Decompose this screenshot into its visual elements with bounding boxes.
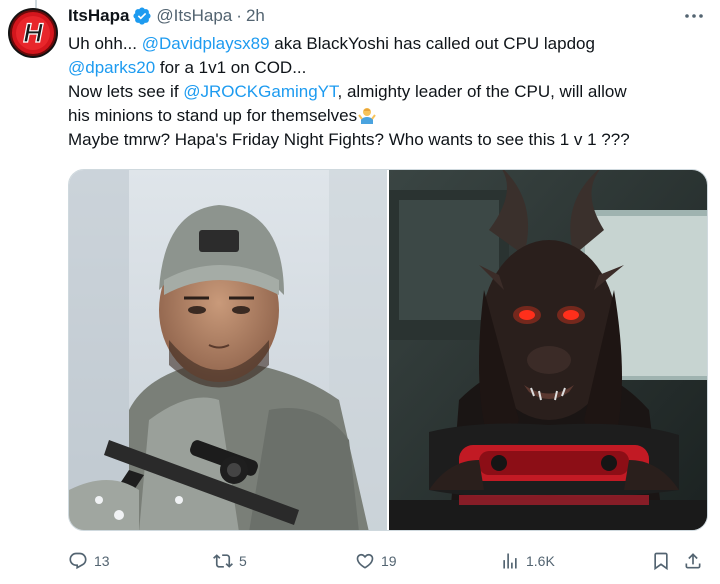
bookmark-button[interactable] — [651, 551, 671, 571]
like-button[interactable]: 19 — [355, 551, 397, 571]
reply-icon — [69, 552, 87, 570]
tweet-line-2: @dparks20 for a 1v1 on COD... — [68, 56, 708, 80]
text-segment: Uh ohh... — [68, 34, 142, 53]
tweet-text: Uh ohh... @Davidplaysx89 aka BlackYoshi … — [68, 32, 708, 152]
mention-link[interactable]: @Davidplaysx89 — [142, 34, 270, 53]
separator-dot: · — [236, 6, 242, 25]
tweet-line-4: his minions to stand up for themselves — [68, 104, 708, 128]
display-name[interactable]: ItsHapa — [68, 6, 129, 26]
reply-count: 13 — [94, 553, 110, 569]
person-shrugging-emoji — [358, 106, 376, 124]
thread-connector-line — [35, 0, 37, 8]
more-horizontal-icon[interactable] — [682, 4, 706, 28]
avatar-letter: H — [23, 18, 43, 48]
repost-button[interactable]: 5 — [213, 551, 247, 571]
avatar-logo: H — [10, 10, 56, 56]
text-segment: his minions to stand up for themselves — [68, 106, 358, 125]
reply-button[interactable]: 13 — [68, 551, 110, 571]
text-segment: Maybe tmrw? Hapa's Friday Night Fights? … — [68, 130, 630, 149]
text-segment: Now lets see if — [68, 82, 184, 101]
bookmark-icon — [654, 552, 668, 571]
share-icon — [685, 553, 701, 569]
tweet-line-1: Uh ohh... @Davidplaysx89 aka BlackYoshi … — [68, 32, 708, 56]
soldier-photo[interactable] — [69, 170, 387, 530]
tweet-line-3: Now lets see if @JROCKGamingYT, almighty… — [68, 80, 708, 104]
tweet-actions: 13 5 19 1.6K — [68, 546, 713, 576]
views-chart-icon — [503, 553, 517, 569]
verified-badge-icon[interactable] — [132, 6, 152, 26]
mention-link[interactable]: @JROCKGamingYT — [183, 82, 337, 101]
repost-count: 5 — [239, 553, 247, 569]
timestamp[interactable]: 2h — [246, 6, 265, 26]
handle[interactable]: @ItsHapa — [156, 6, 232, 26]
text-segment: , almighty leader of the CPU, will allow — [337, 82, 627, 101]
share-button[interactable] — [683, 551, 703, 571]
like-count: 19 — [381, 553, 397, 569]
text-segment: aka BlackYoshi has called out CPU lapdog — [269, 34, 595, 53]
text-segment: for a 1v1 on COD... — [155, 58, 307, 77]
mention-link[interactable]: @dparks20 — [68, 58, 155, 77]
avatar[interactable]: H — [8, 8, 58, 58]
tweet-line-5: Maybe tmrw? Hapa's Friday Night Fights? … — [68, 128, 708, 152]
tweet-header: ItsHapa @ItsHapa · 2h — [68, 5, 265, 27]
heart-icon — [356, 553, 374, 569]
demon-gamer-photo[interactable] — [389, 170, 707, 530]
media-grid — [68, 169, 708, 531]
views-button[interactable]: 1.6K — [500, 551, 555, 571]
repost-icon — [213, 554, 233, 568]
views-count: 1.6K — [526, 553, 555, 569]
